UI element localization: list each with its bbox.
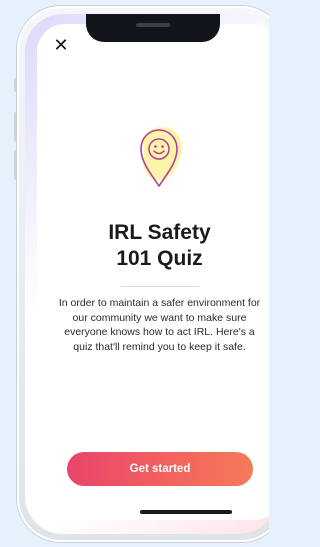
home-indicator xyxy=(140,510,232,514)
title-line-1: IRL Safety xyxy=(108,221,211,244)
quiz-intro-screen: ✕ IRL Safety 101 Quiz In order to mainta… xyxy=(37,24,269,520)
device-mockup: ✕ IRL Safety 101 Quiz In order to mainta… xyxy=(0,0,269,547)
speaker-grille xyxy=(136,23,170,27)
close-icon[interactable]: ✕ xyxy=(53,37,69,55)
get-started-button[interactable]: Get started xyxy=(67,452,253,486)
pin-highlight xyxy=(142,127,182,181)
page-title: IRL Safety 101 Quiz xyxy=(37,220,269,272)
pin-eye-right xyxy=(161,145,164,148)
pin-eye-left xyxy=(154,145,157,148)
divider xyxy=(121,286,199,287)
phone-notch xyxy=(86,14,220,42)
quiz-description: In order to maintain a safer environment… xyxy=(58,297,261,353)
title-line-2: 101 Quiz xyxy=(116,247,203,270)
location-pin-smiley-icon xyxy=(140,127,182,187)
